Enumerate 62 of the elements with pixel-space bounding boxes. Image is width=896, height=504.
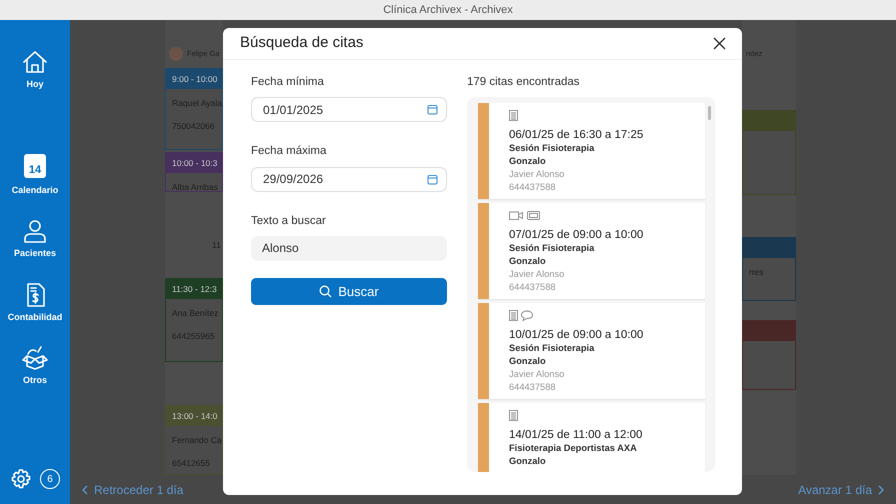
settings-icon[interactable]: [10, 468, 32, 490]
calendar-day-text: 14: [28, 162, 42, 178]
appointment-header: 9:00 - 10:00: [166, 69, 222, 89]
speech-bubble-icon: [521, 310, 533, 322]
notification-count[interactable]: 6: [40, 469, 60, 489]
phone-number: 644437588: [509, 381, 557, 394]
appointment-header: 10:00 - 10:3: [166, 153, 222, 173]
note-icon: [509, 310, 518, 322]
professional-name: Gonzalo: [509, 355, 547, 368]
previous-day-link[interactable]: Retroceder 1 día: [82, 480, 184, 498]
professional-name: Gonzalo: [509, 255, 547, 268]
appointment-card[interactable]: 14/01/25 de 11:00 a 12:00 Fisioterapia Deportistas AXA Gonzalo: [478, 403, 705, 472]
box-icon: [21, 344, 49, 372]
service-name: Sesión Fisioterapia: [509, 242, 596, 256]
appointment-datetime: 14/01/25 de 11:00 a 12:00: [509, 428, 642, 442]
appointment-datetime: 10/01/25 de 09:00 a 10:00: [509, 328, 644, 342]
note-icon: [509, 110, 518, 122]
patient-name: Javier Alonso: [509, 268, 566, 282]
phone-number: 644437588: [509, 181, 557, 194]
chevron-right-icon: [878, 485, 884, 496]
calendar-icon[interactable]: [427, 174, 438, 184]
results-count: 179 citas encontradas: [467, 75, 581, 90]
search-button[interactable]: Buscar: [251, 278, 447, 305]
professional-name: Gonzalo: [509, 155, 547, 168]
sidebar-item[interactable]: Contabilidad: [0, 280, 70, 324]
note-icon: [509, 410, 518, 422]
patient-name: Javier Alonso: [509, 168, 566, 182]
service-name: Sesión Fisioterapia: [509, 342, 596, 356]
person-icon: [21, 217, 49, 245]
video-camera-icon: [509, 210, 524, 222]
service-name: Sesión Fisioterapia: [509, 142, 596, 156]
home-icon: [21, 48, 49, 76]
window-title: Clínica Archivex - Archivex: [0, 0, 896, 20]
chevron-left-icon: [82, 485, 88, 496]
appointment-card[interactable]: 10/01/25 de 09:00 a 10:00 Sesión Fisioterapia Gonzalo Javier Alonso 644437588: [478, 303, 705, 400]
appointment-card[interactable]: 07/01/25 de 09:00 a 10:00 Sesión Fisioterapia Gonzalo Javier Alonso 644437588: [478, 203, 705, 300]
sidebar-item[interactable]: Hoy: [0, 48, 70, 92]
field-label: Fecha máxima: [251, 144, 328, 160]
appointment-datetime: 06/01/25 de 16:30 a 17:25: [509, 128, 644, 142]
appointment-card[interactable]: 06/01/25 de 16:30 a 17:25 Sesión Fisioterapia Gonzalo Javier Alonso 644437588: [478, 103, 705, 200]
service-name: Fisioterapia Deportistas AXA: [509, 442, 638, 456]
next-day-link[interactable]: Avanzar 1 día: [798, 480, 884, 498]
close-icon[interactable]: [713, 37, 726, 50]
field-label: Texto a buscar: [251, 214, 327, 228]
search-icon: [319, 284, 332, 298]
appointment-header: 13:00 - 14:0: [166, 406, 222, 426]
search-text-field[interactable]: Alonso: [251, 236, 447, 261]
sidebar-item[interactable]: Otros: [0, 344, 70, 388]
patient-name: Javier Alonso: [509, 368, 566, 382]
appointment-datetime: 07/01/25 de 09:00 a 10:00: [509, 228, 644, 242]
appointment-header: 11:30 - 12:3: [166, 279, 222, 299]
scroll-thumb[interactable]: [708, 106, 711, 120]
dialog-title: Búsqueda de citas: [240, 33, 364, 54]
sidebar-item[interactable]: 14 Calendario: [0, 154, 70, 197]
professional-name: Gonzalo: [509, 455, 547, 468]
date-field[interactable]: 01/01/2025: [251, 97, 447, 122]
calendar-icon[interactable]: [427, 104, 438, 116]
ticket-icon: [527, 210, 540, 222]
sidebar-item[interactable]: Pacientes: [0, 217, 70, 260]
date-field[interactable]: 29/09/2026: [251, 166, 447, 192]
field-label: Fecha mínima: [251, 75, 325, 90]
phone-number: 644437588: [509, 281, 557, 294]
